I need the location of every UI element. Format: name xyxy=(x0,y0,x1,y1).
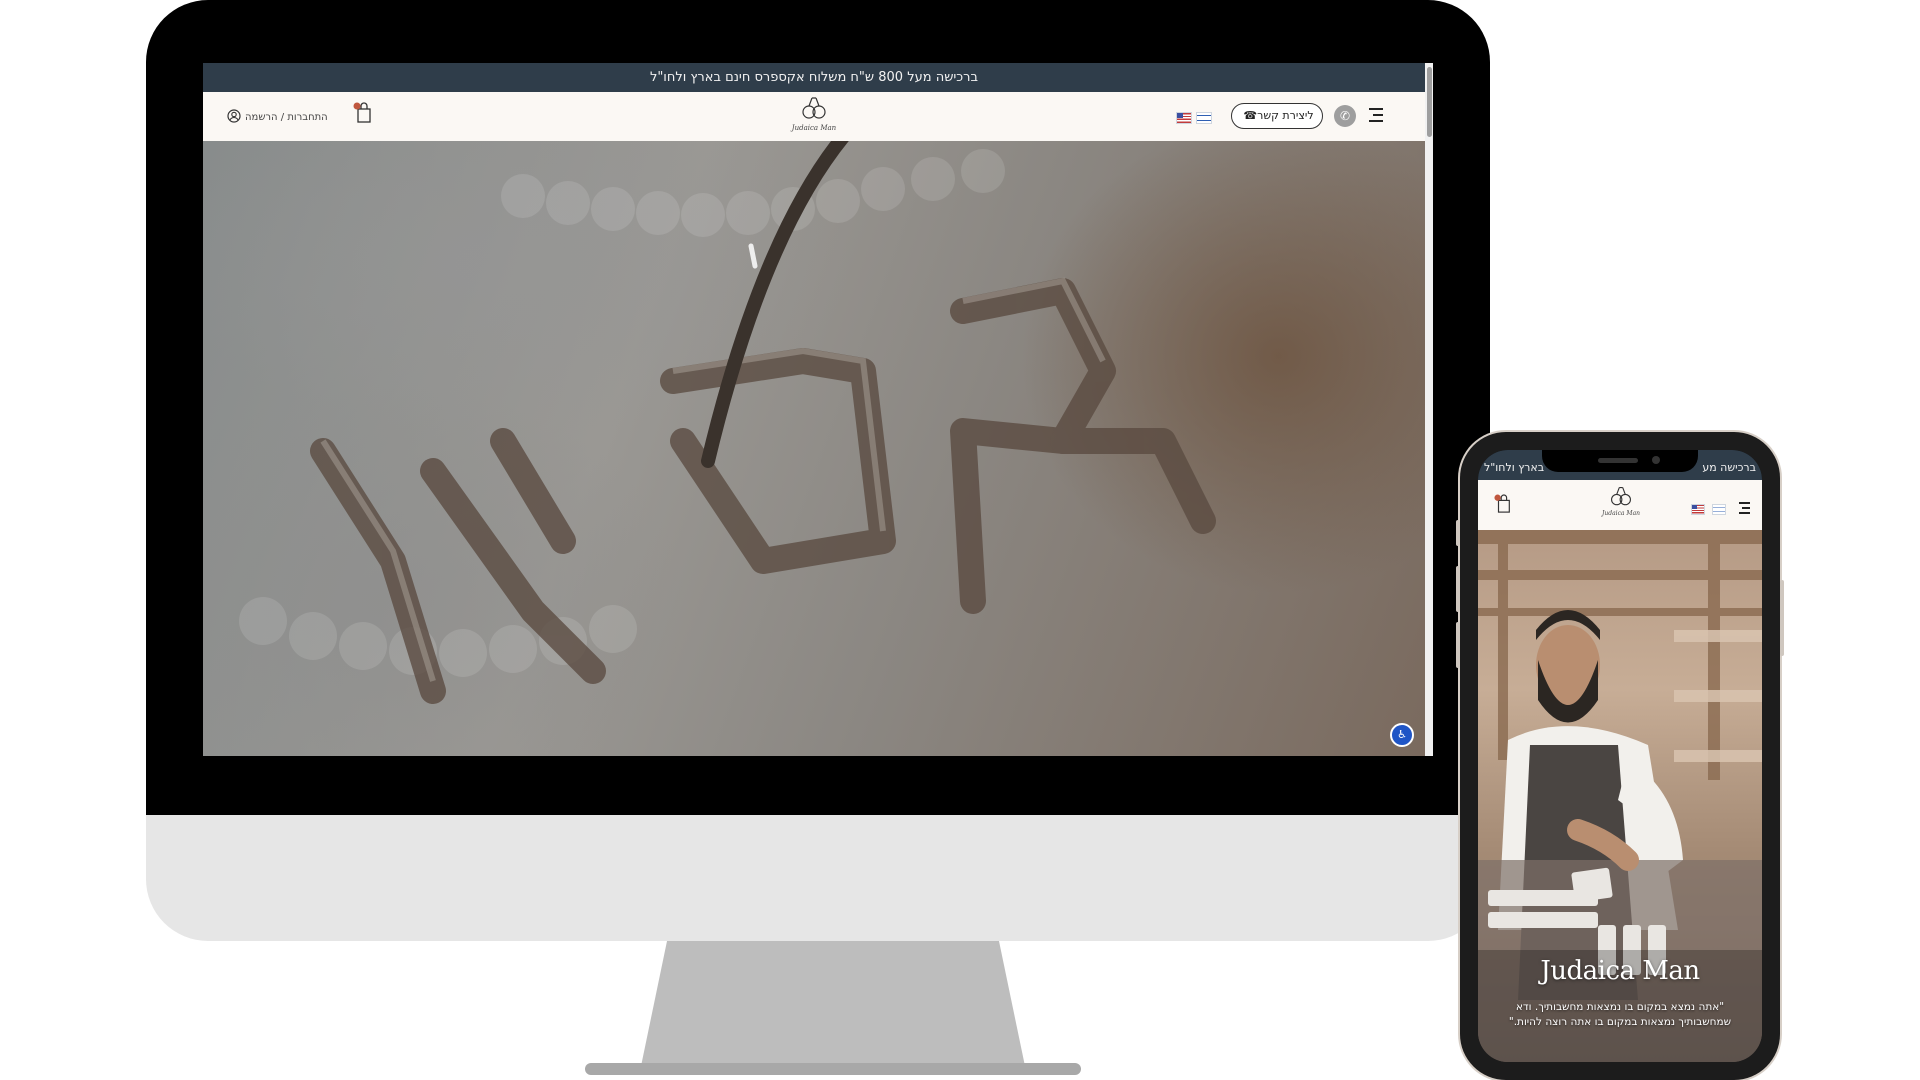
monitor-stand xyxy=(640,941,1026,1071)
scrollbar-thumb[interactable] xyxy=(1427,67,1432,137)
auth-links: התחברות / הרשמה xyxy=(245,110,328,126)
mobile-cart-icon[interactable] xyxy=(1494,494,1512,514)
mobile-hamburger-icon[interactable] xyxy=(1738,502,1750,514)
mobile-announcement-right: ברכישה מע xyxy=(1702,461,1756,474)
phone-camera xyxy=(1652,456,1660,464)
phone-icon: ☎ xyxy=(1243,109,1258,122)
mobile-israel-flag-icon[interactable] xyxy=(1712,504,1726,515)
mobile-site-logo[interactable]: Judaica Man xyxy=(1596,484,1646,528)
auth-separator: / xyxy=(280,112,285,123)
monitor-stand-base xyxy=(585,1063,1081,1075)
contact-button[interactable]: ליצירת קשר☎ xyxy=(1231,103,1323,129)
hero-video[interactable] xyxy=(203,141,1425,756)
hamburger-icon[interactable] xyxy=(1367,108,1383,124)
contact-label: ליצירת קשר xyxy=(1257,109,1314,122)
phone-side-button xyxy=(1456,566,1460,612)
mobile-logo-mark-icon xyxy=(1611,487,1631,506)
logo-text: Judaica Man xyxy=(791,124,837,132)
mobile-hero-title: Judaica Man xyxy=(1540,956,1700,986)
phone-side-button xyxy=(1456,520,1460,546)
site-logo[interactable]: Judaica Man xyxy=(789,94,839,140)
announcement-bar: ברכישה מעל 800 ש"ח משלוח אקספרס חינם באר… xyxy=(203,63,1425,92)
cart-icon[interactable] xyxy=(353,102,373,124)
mobile-announcement-left: בארץ ולחו"ל xyxy=(1484,461,1545,474)
user-icon[interactable] xyxy=(227,109,241,123)
logo-mark-icon xyxy=(802,97,826,119)
hero-engraving-image xyxy=(239,141,1216,704)
login-link[interactable]: התחברות xyxy=(287,112,327,123)
mobile-hero-quote: "אתה נמצא במקום בו נמצאות מחשבותיך. ודא … xyxy=(1508,1001,1732,1028)
mobile-logo-text: Judaica Man xyxy=(1601,510,1641,517)
phone-side-button xyxy=(1456,622,1460,668)
israel-flag-icon[interactable] xyxy=(1196,112,1212,124)
desktop-screen: ברכישה מעל 800 ש"ח משלוח אקספרס חינם באר… xyxy=(203,63,1433,756)
monitor-chin xyxy=(146,815,1490,941)
phone-speaker xyxy=(1598,458,1638,463)
phone-power-button xyxy=(1780,580,1784,656)
mobile-header: Judaica Man xyxy=(1478,480,1762,530)
site-header: ✆ ליצירת קשר☎ Judaica Man התחברות / הרשמ… xyxy=(203,92,1425,142)
accessibility-icon[interactable]: ♿ xyxy=(1390,723,1414,747)
page-scrollbar[interactable] xyxy=(1425,63,1433,756)
mobile-us-flag-icon[interactable] xyxy=(1691,504,1705,515)
us-flag-icon[interactable] xyxy=(1176,112,1192,124)
register-link[interactable]: הרשמה xyxy=(245,112,278,123)
mobile-screen: בארץ ולחו"ל ברכישה מע Judaica Man Judaic… xyxy=(1478,450,1762,1062)
phone-notch xyxy=(1542,450,1698,472)
whatsapp-icon[interactable]: ✆ xyxy=(1334,105,1356,127)
mobile-hero-video[interactable]: Judaica Man "אתה נמצא במקום בו נמצאות מח… xyxy=(1478,530,1762,1062)
